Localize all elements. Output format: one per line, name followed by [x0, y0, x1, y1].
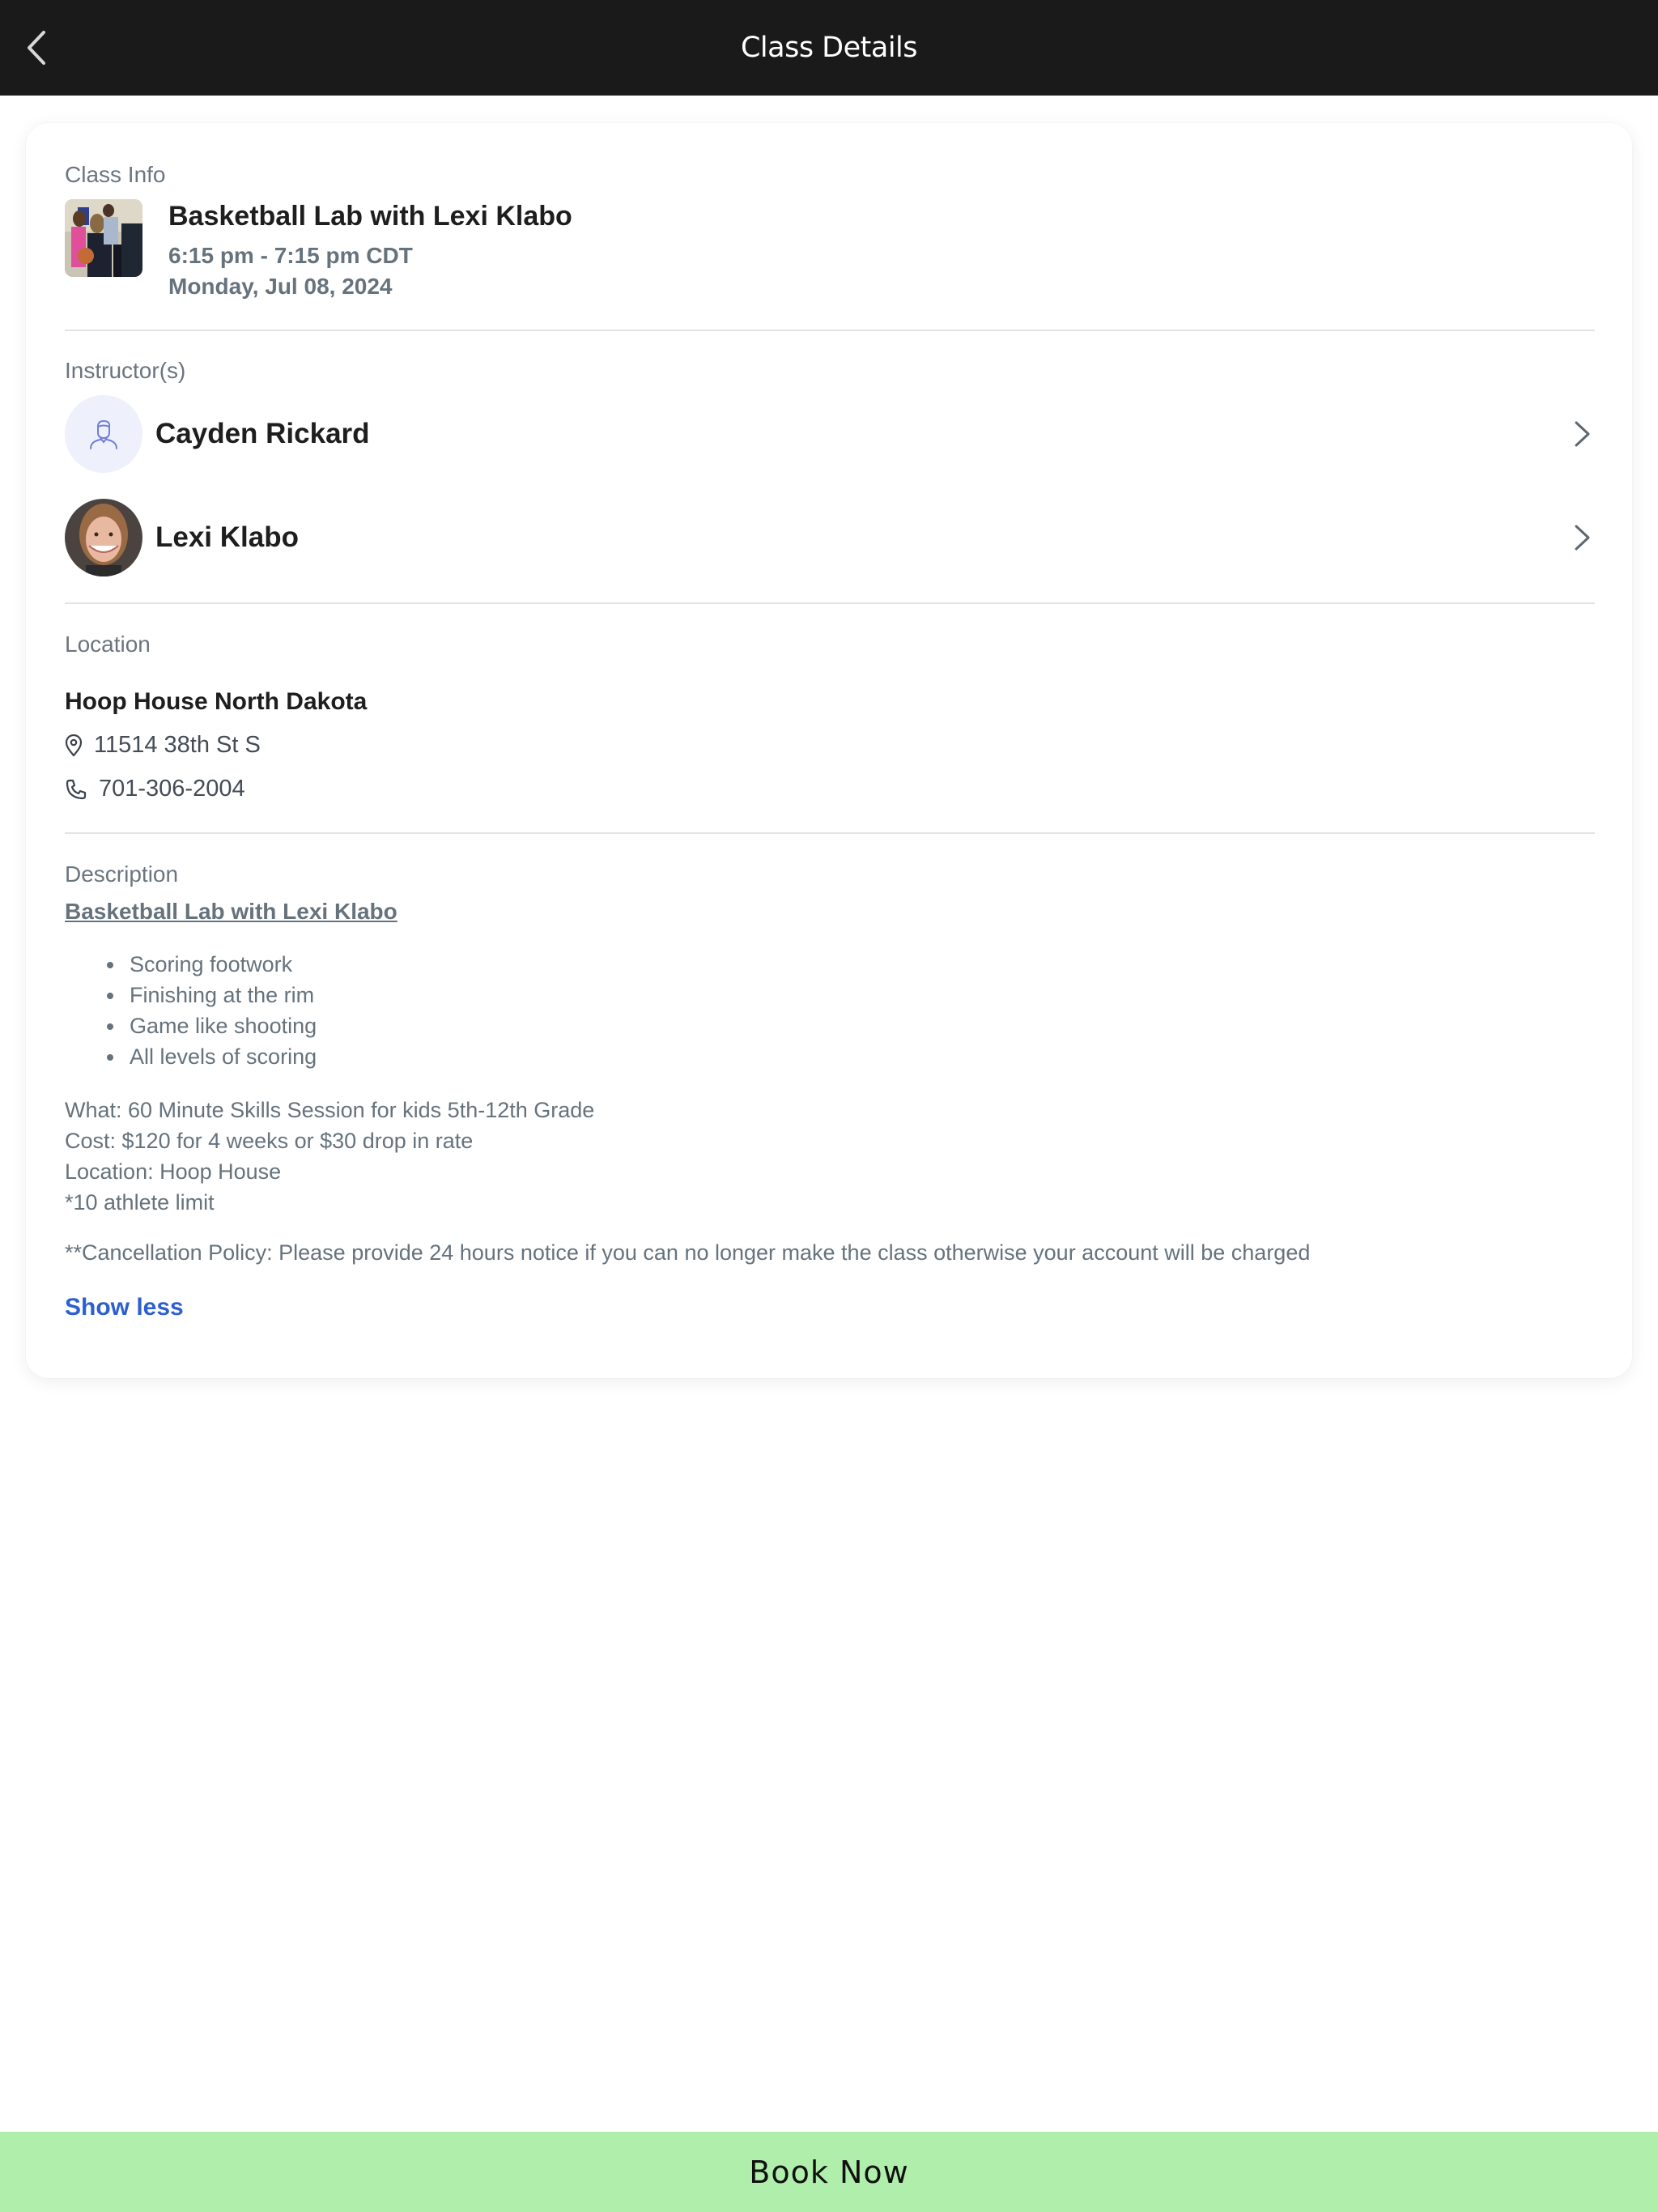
instructors-label: Instructor(s): [65, 358, 186, 383]
description-details: What: 60 Minute Skills Session for kids …: [65, 1095, 594, 1218]
person-icon: [90, 419, 117, 449]
book-now-button[interactable]: Book Now: [0, 2132, 1658, 2212]
instructor-name: Cayden Rickard: [155, 418, 370, 449]
address-text: 11514 38th St S: [94, 732, 261, 758]
instructor-name: Lexi Klabo: [155, 521, 299, 553]
description-bullet-list: Scoring footwork Finishing at the rim Ga…: [100, 949, 317, 1072]
location-phone[interactable]: 701-306-2004: [65, 776, 245, 802]
list-item: All levels of scoring: [100, 1041, 317, 1072]
phone-icon: [66, 779, 87, 799]
list-item: Game like shooting: [100, 1010, 317, 1041]
description-line: Cost: $120 for 4 weeks or $30 drop in ra…: [65, 1129, 474, 1153]
avatar: [65, 395, 142, 473]
description-line: Location: Hoop House: [65, 1159, 282, 1184]
list-item: Finishing at the rim: [100, 980, 317, 1010]
chevron-right-icon: [1575, 421, 1590, 447]
phone-text: 701-306-2004: [99, 776, 245, 802]
class-thumbnail: [65, 199, 142, 277]
page-title: Class Details: [740, 32, 918, 64]
chevron-left-icon: [28, 31, 45, 65]
instructor-photo: [65, 499, 142, 576]
class-info-label: Class Info: [65, 162, 166, 187]
cancellation-policy: **Cancellation Policy: Please provide 24…: [65, 1240, 1311, 1265]
instructor-row[interactable]: Lexi Klabo: [65, 499, 1595, 576]
divider: [65, 602, 1595, 604]
chevron-right-icon: [1575, 525, 1590, 551]
location-label: Location: [65, 632, 151, 657]
show-less-link[interactable]: Show less: [65, 1294, 184, 1321]
description-line: What: 60 Minute Skills Session for kids …: [65, 1098, 595, 1122]
divider: [65, 330, 1595, 331]
location-address[interactable]: 11514 38th St S: [65, 732, 261, 759]
class-title: Basketball Lab with Lexi Klabo: [168, 201, 572, 232]
description-title-link[interactable]: Basketball Lab with Lexi Klabo: [65, 899, 397, 925]
description-line: *10 athlete limit: [65, 1190, 215, 1214]
class-details-card: Class Info Basketball Lab with Lexi Klab…: [26, 123, 1632, 1378]
class-photo-image: [65, 199, 142, 277]
description-label: Description: [65, 861, 179, 887]
back-button[interactable]: [21, 28, 53, 68]
divider: [65, 832, 1595, 834]
instructor-row[interactable]: Cayden Rickard: [65, 395, 1595, 473]
class-time: 6:15 pm - 7:15 pm CDT: [168, 243, 413, 268]
class-date: Monday, Jul 08, 2024: [168, 274, 393, 299]
location-name: Hoop House North Dakota: [65, 688, 368, 715]
map-pin-icon: [65, 734, 83, 756]
top-bar: Class Details: [0, 0, 1658, 96]
list-item: Scoring footwork: [100, 949, 317, 980]
avatar: [65, 499, 142, 576]
